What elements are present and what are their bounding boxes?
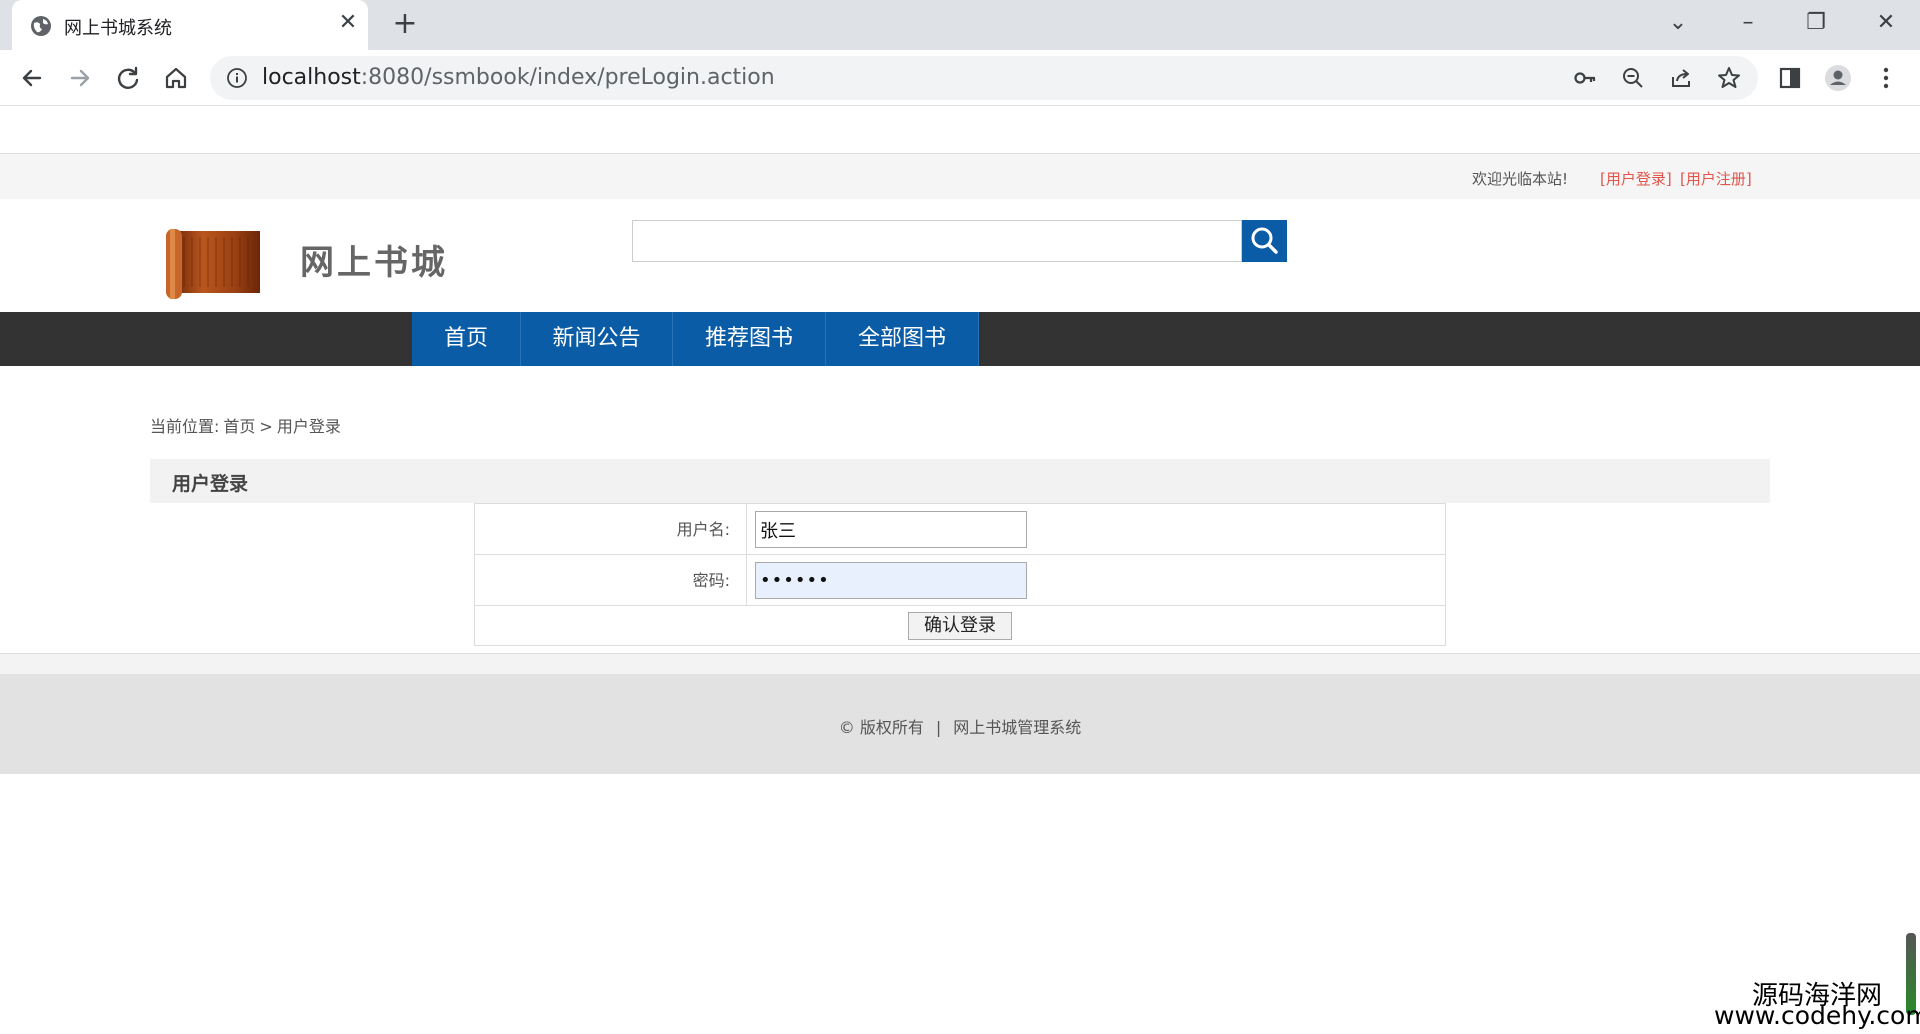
nav-news[interactable]: 新闻公告	[521, 312, 673, 366]
home-icon[interactable]	[158, 60, 194, 96]
password-input[interactable]	[755, 562, 1027, 599]
breadcrumb-separator: >	[259, 417, 273, 436]
user-register-link[interactable]: [用户注册]	[1680, 168, 1752, 189]
scroll-logo-image[interactable]	[160, 225, 264, 301]
footer-system-name: 网上书城管理系统	[953, 718, 1082, 737]
site-header: 网上书城	[0, 199, 1920, 309]
main-navigation: 首页 新闻公告 推荐图书 全部图书	[0, 312, 1920, 366]
address-bar[interactable]: localhost:8080/ssmbook/index/preLogin.ac…	[210, 56, 1758, 100]
info-icon[interactable]	[226, 67, 248, 89]
search-icon	[1251, 227, 1278, 254]
close-window-icon[interactable]: ✕	[1866, 8, 1906, 38]
search-button[interactable]	[1242, 220, 1287, 262]
username-label: 用户名:	[475, 504, 747, 554]
copyright-text: © 版权所有	[838, 718, 924, 737]
browser-toolbar: localhost:8080/ssmbook/index/preLogin.ac…	[0, 50, 1920, 106]
submit-row: 确认登录	[475, 606, 1445, 646]
zoom-out-icon[interactable]	[1620, 65, 1646, 91]
forward-icon[interactable]	[62, 60, 98, 96]
browser-tab[interactable]: 网上书城系统 ✕	[12, 0, 368, 50]
login-form: 用户名: 密码: 确认登录	[474, 503, 1446, 646]
login-section-header: 用户登录	[150, 459, 1770, 503]
password-row: 密码:	[475, 555, 1445, 606]
bookmark-star-icon[interactable]	[1716, 65, 1742, 91]
nav-recommended-books[interactable]: 推荐图书	[673, 312, 826, 366]
close-tab-icon[interactable]: ✕	[336, 11, 360, 35]
welcome-text: 欢迎光临本站!	[1472, 170, 1569, 188]
username-input[interactable]	[755, 511, 1027, 548]
tab-search-icon[interactable]: ⌄	[1658, 8, 1698, 38]
share-icon[interactable]	[1668, 65, 1694, 91]
user-login-link[interactable]: [用户登录]	[1600, 168, 1672, 189]
breadcrumb: 当前位置: 首页 > 用户登录	[150, 413, 345, 437]
restore-icon[interactable]: ❐	[1796, 8, 1836, 38]
profile-avatar-icon[interactable]	[1824, 64, 1852, 92]
site-logo-title[interactable]: 网上书城	[300, 235, 448, 284]
confirm-login-button[interactable]: 确认登录	[908, 612, 1012, 640]
book-search-input[interactable]	[632, 220, 1242, 262]
page-viewport: 欢迎光临本站! [用户登录] [用户注册] 网上书城 首页 新闻公告 推荐图书 …	[0, 107, 1920, 1034]
watermark-url: www.codehy.com	[1714, 1001, 1920, 1030]
browser-tab-strip: 网上书城系统 ✕ + ⌄ – ❐ ✕	[0, 0, 1920, 50]
breadcrumb-current: 用户登录	[276, 417, 341, 436]
minimize-icon[interactable]: –	[1728, 8, 1768, 38]
site-footer: © 版权所有 | 网上书城管理系统	[0, 674, 1920, 774]
footer-text: © 版权所有 | 网上书城管理系统	[0, 714, 1920, 738]
password-label: 密码:	[475, 555, 747, 605]
kebab-menu-icon[interactable]	[1872, 64, 1900, 92]
back-icon[interactable]	[14, 60, 50, 96]
url-text[interactable]: localhost:8080/ssmbook/index/preLogin.ac…	[262, 65, 775, 90]
site-top-bar: 欢迎光临本站! [用户登录] [用户注册]	[0, 153, 1920, 199]
nav-home[interactable]: 首页	[412, 312, 521, 366]
url-path: :8080/ssmbook/index/preLogin.action	[360, 65, 775, 90]
new-tab-button[interactable]: +	[390, 9, 420, 40]
footer-separator: |	[935, 718, 942, 737]
url-host: localhost	[262, 65, 361, 90]
breadcrumb-home-link[interactable]: 首页	[223, 417, 255, 436]
side-panel-icon[interactable]	[1776, 64, 1804, 92]
username-row: 用户名:	[475, 504, 1445, 555]
breadcrumb-prefix: 当前位置:	[150, 417, 220, 436]
reload-icon[interactable]	[110, 60, 146, 96]
globe-icon	[31, 16, 51, 36]
key-icon[interactable]	[1572, 65, 1598, 91]
login-section-title: 用户登录	[172, 473, 249, 495]
footer-spacer	[0, 654, 1920, 674]
tab-title: 网上书城系统	[64, 18, 172, 39]
nav-all-books[interactable]: 全部图书	[826, 312, 979, 366]
